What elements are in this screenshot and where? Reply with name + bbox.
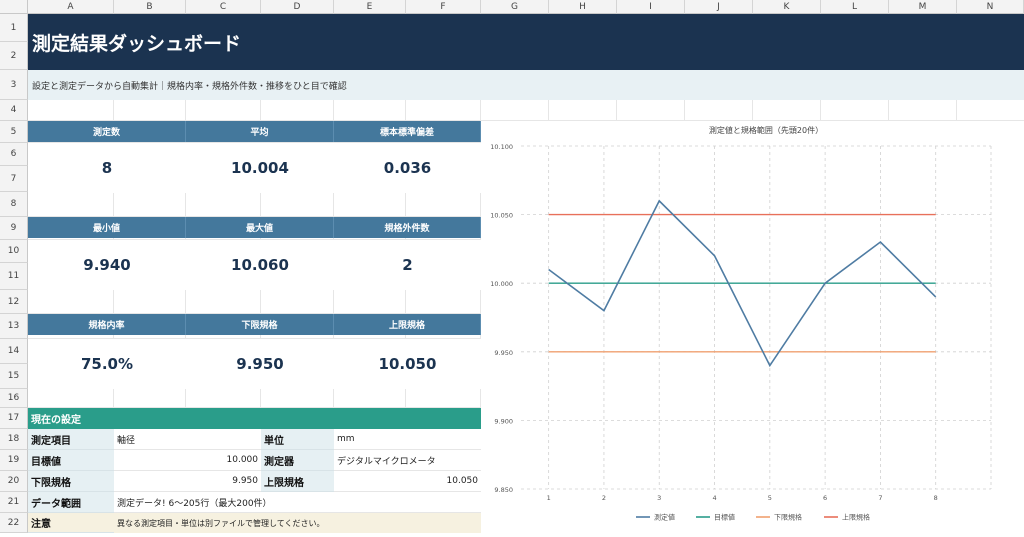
x-tick-label: 5 (768, 494, 772, 502)
y-tick-label: 9.950 (494, 349, 513, 357)
chart-title: 測定値と規格範囲（先頭20件） (709, 125, 823, 135)
column-header[interactable]: G (481, 0, 549, 14)
settings-upper-value[interactable]: 10.050 (334, 471, 481, 492)
column-header[interactable]: H (549, 0, 617, 14)
x-tick-label: 3 (657, 494, 661, 502)
x-tick-label: 4 (712, 494, 716, 502)
x-tick-label: 2 (602, 494, 606, 502)
settings-unit-label: 単位 (261, 429, 334, 450)
kpi-value[interactable]: 0.036 (334, 143, 481, 193)
settings-target-label: 目標値 (28, 450, 114, 471)
row-header[interactable]: 12 (0, 290, 28, 314)
x-tick-label: 6 (823, 494, 827, 502)
column-header[interactable]: D (261, 0, 334, 14)
row-header[interactable]: 1 (0, 14, 28, 42)
y-tick-label: 9.900 (494, 417, 513, 425)
settings-heading: 現在の設定 (28, 408, 481, 429)
kpi-label: 平均 (186, 121, 334, 142)
column-header[interactable]: I (617, 0, 685, 14)
y-tick-label: 10.100 (490, 143, 513, 151)
row-header[interactable]: 22 (0, 513, 28, 533)
settings-instrument-value[interactable]: デジタルマイクロメータ (334, 450, 481, 471)
chart-svg: 測定値と規格範囲（先頭20件） 10.100 10.050 10.000 9.950 9.… (490, 125, 992, 522)
measurement-chart[interactable]: 測定値と規格範囲（先頭20件） 10.100 10.050 10.000 9.950 9.… (481, 121, 1024, 533)
kpi-label: 最大値 (186, 217, 334, 238)
row-header[interactable]: 3 (0, 70, 28, 100)
settings-upper-label: 上限規格 (261, 471, 334, 492)
kpi-value[interactable]: 75.0% (28, 339, 186, 389)
kpi-value[interactable]: 9.950 (186, 339, 334, 389)
column-header[interactable]: K (753, 0, 821, 14)
select-all-corner[interactable] (0, 0, 28, 14)
kpi-value[interactable]: 10.004 (186, 143, 334, 193)
kpi-label: 最小値 (28, 217, 186, 238)
settings-note-label: 注意 (28, 513, 114, 533)
dashboard-title: 測定結果ダッシュボード (28, 14, 1024, 70)
kpi-label: 標本標準偏差 (334, 121, 481, 142)
column-header[interactable]: C (186, 0, 261, 14)
column-header[interactable]: N (957, 0, 1024, 14)
row-header[interactable]: 20 (0, 471, 28, 492)
row-header[interactable]: 15 (0, 364, 28, 389)
settings-range-value[interactable]: 測定データ! 6～205行（最大200件） (114, 492, 481, 513)
row-header[interactable]: 18 (0, 429, 28, 450)
kpi-value[interactable]: 8 (28, 143, 186, 193)
settings-unit-value[interactable]: mm (334, 429, 481, 450)
settings-item-value[interactable]: 軸径 (114, 429, 261, 450)
kpi-value[interactable]: 9.940 (28, 240, 186, 290)
row-header[interactable]: 14 (0, 339, 28, 364)
legend-label: 測定値 (654, 513, 675, 522)
column-header[interactable]: M (889, 0, 957, 14)
settings-note-value[interactable]: 異なる測定項目・単位は別ファイルで管理してください。 (114, 513, 481, 533)
dashboard-subtitle: 設定と測定データから自動集計｜規格内率・規格外件数・推移をひと目で確認 (28, 70, 1024, 100)
row-header[interactable]: 7 (0, 166, 28, 192)
row-header[interactable]: 17 (0, 408, 28, 429)
settings-lower-value[interactable]: 9.950 (114, 471, 261, 492)
row-header[interactable]: 9 (0, 217, 28, 240)
column-header[interactable]: B (114, 0, 186, 14)
row-header[interactable]: 19 (0, 450, 28, 471)
column-header[interactable]: J (685, 0, 753, 14)
kpi-label: 上限規格 (334, 314, 481, 335)
row-header[interactable]: 16 (0, 389, 28, 408)
settings-item-label: 測定項目 (28, 429, 114, 450)
legend-label: 目標値 (714, 513, 735, 522)
kpi-value[interactable]: 10.050 (334, 339, 481, 389)
row-header[interactable]: 8 (0, 192, 28, 217)
kpi-label: 測定数 (28, 121, 186, 142)
kpi-label: 規格内率 (28, 314, 186, 335)
x-tick-label: 8 (934, 494, 938, 502)
y-tick-label: 10.000 (490, 280, 513, 288)
row-header[interactable]: 11 (0, 263, 28, 290)
column-header[interactable]: L (821, 0, 889, 14)
y-tick-label: 10.050 (490, 212, 513, 220)
kpi-label: 下限規格 (186, 314, 334, 335)
row-header[interactable]: 5 (0, 121, 28, 143)
kpi-value[interactable]: 10.060 (186, 240, 334, 290)
y-tick-label: 9.850 (494, 486, 513, 494)
row-header[interactable]: 13 (0, 314, 28, 339)
x-tick-label: 7 (878, 494, 882, 502)
column-header[interactable]: F (406, 0, 481, 14)
column-header[interactable]: E (334, 0, 406, 14)
column-header[interactable]: A (28, 0, 114, 14)
legend-label: 上限規格 (842, 513, 870, 522)
row-header[interactable]: 10 (0, 240, 28, 263)
row-header[interactable]: 21 (0, 492, 28, 513)
legend-label: 下限規格 (774, 513, 802, 522)
x-tick-label: 1 (547, 494, 551, 502)
kpi-label: 規格外件数 (334, 217, 481, 238)
settings-instrument-label: 測定器 (261, 450, 334, 471)
row-header[interactable]: 2 (0, 42, 28, 70)
kpi-value[interactable]: 2 (334, 240, 481, 290)
settings-range-label: データ範囲 (28, 492, 114, 513)
settings-target-value[interactable]: 10.000 (114, 450, 261, 471)
row-header[interactable]: 4 (0, 100, 28, 121)
row-header[interactable]: 6 (0, 143, 28, 166)
settings-lower-label: 下限規格 (28, 471, 114, 492)
